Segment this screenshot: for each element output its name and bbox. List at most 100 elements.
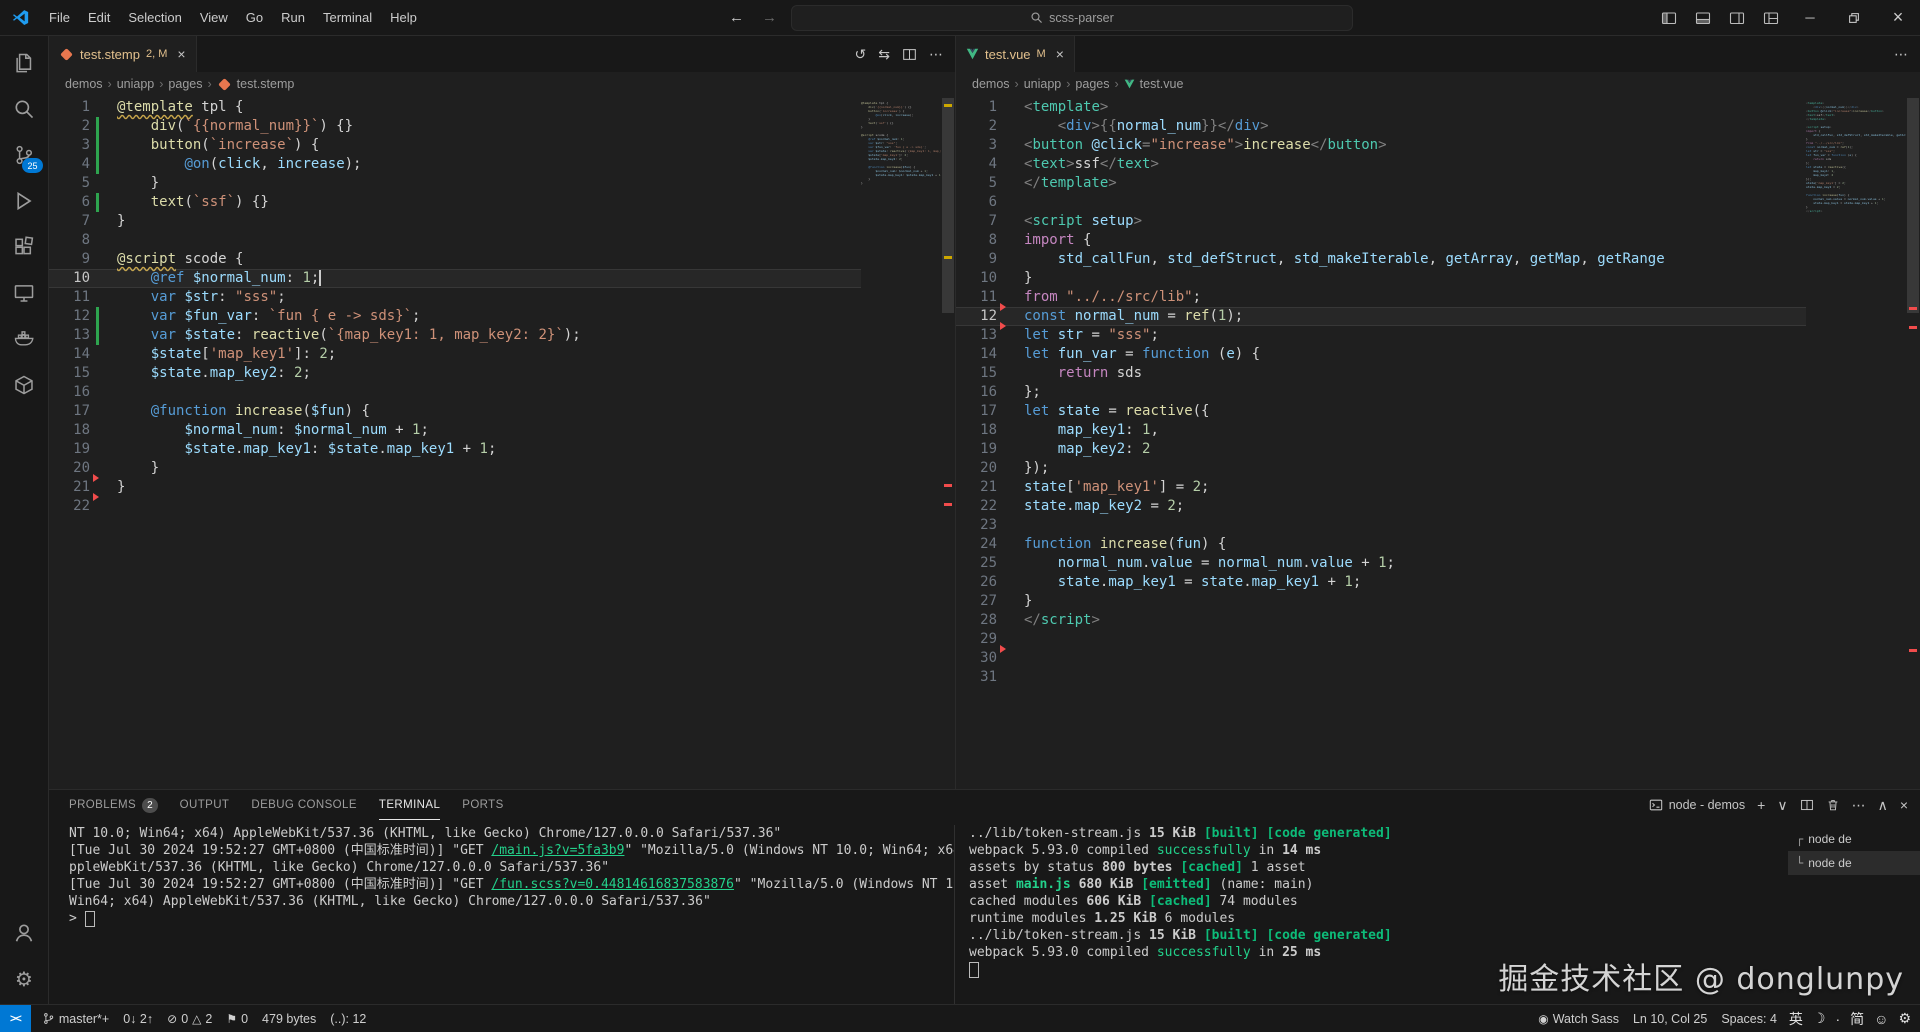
close-tab-icon[interactable]: × [177,46,185,62]
remote-indicator[interactable]: >< [0,1005,31,1032]
breadcrumb-item[interactable]: uniapp [1024,77,1062,91]
code-line[interactable]: 23 [956,516,1806,535]
tab-test-stemp[interactable]: test.stemp 2, M × [49,36,197,72]
flag-status[interactable]: ⚑ 0 [219,1005,255,1032]
terminal-left-lines[interactable]: NT 10.0; Win64; x64) AppleWebKit/537.36 … [49,825,954,1004]
extensions-icon[interactable] [0,224,48,270]
history-icon[interactable]: ↺ [855,46,867,63]
toggle-panel-icon[interactable] [1686,4,1720,32]
selection-status[interactable]: (..): 12 [323,1005,373,1032]
code-line[interactable]: 26 state.map_key1 = state.map_key1 + 1; [956,573,1806,592]
terminal-line[interactable] [969,961,1788,978]
code-line[interactable]: 16}; [956,383,1806,402]
code-line[interactable]: 5</template> [956,174,1806,193]
code-line[interactable]: 10} [956,269,1806,288]
compare-changes-icon[interactable]: ⇆ [878,46,890,63]
cursor-position[interactable]: Ln 10, Col 25 [1626,1012,1714,1026]
toggle-secondary-sidebar-icon[interactable] [1720,4,1754,32]
restore-button[interactable] [1832,0,1876,35]
code-line[interactable]: 28</script> [956,611,1806,630]
watch-sass-button[interactable]: ◉ Watch Sass [1531,1012,1626,1026]
code-line[interactable]: 10 @ref $normal_num: 1; [49,269,861,288]
terminal-line[interactable]: ../lib/token-stream.js 15 KiB [built] [c… [969,825,1788,842]
more-actions-icon[interactable]: ⋯ [929,46,943,63]
breadcrumb-item[interactable]: test.vue [1140,77,1184,91]
terminal-line[interactable]: NT 10.0; Win64; x64) AppleWebKit/537.36 … [69,825,954,842]
tab-debug-console[interactable]: DEBUG CONSOLE [251,790,357,820]
code-line[interactable]: 22 [49,497,861,516]
menu-selection[interactable]: Selection [119,6,190,30]
menu-file[interactable]: File [40,6,79,30]
code-line[interactable]: 12 var $fun_var: `fun { e -> sds}`; [49,307,861,326]
terminal-line[interactable]: runtime modules 1.25 KiB 6 modules [969,910,1788,927]
code-line[interactable]: 5 } [49,174,861,193]
ime-punctuation-icon[interactable]: · [1830,1011,1845,1027]
code-line[interactable]: 16 [49,383,861,402]
editor-right-lines[interactable]: 1<template>2 <div>{{normal_num}}</div>3<… [956,98,1806,789]
more-panel-actions-icon[interactable]: ⋯ [1852,797,1866,814]
breadcrumb-item[interactable]: pages [168,77,202,91]
docker-icon[interactable] [0,316,48,362]
minimap-left[interactable]: @template tpl { div(`{{normal_num}}`) {}… [861,98,941,789]
forward-button[interactable]: → [758,9,781,26]
maximize-panel-icon[interactable]: ∧ [1878,797,1888,814]
code-line[interactable]: 2 div(`{{normal_num}}`) {} [49,117,861,136]
code-line[interactable]: 13 var $state: reactive(`{map_key1: 1, m… [49,326,861,345]
terminal-line[interactable]: webpack 5.93.0 compiled successfully in … [969,944,1788,961]
code-line[interactable]: 3<button @click="increase">increase</but… [956,136,1806,155]
code-line[interactable]: 17 @function increase($fun) { [49,402,861,421]
terminal-line[interactable]: ppleWebKit/537.36 (KHTML, like Gecko) Ch… [69,859,954,876]
code-line[interactable]: 29 [956,630,1806,649]
terminal-line[interactable]: cached modules 606 KiB [cached] 74 modul… [969,893,1788,910]
more-actions-icon[interactable]: ⋯ [1894,46,1908,63]
code-line[interactable]: 19 $state.map_key1: $state.map_key1 + 1; [49,440,861,459]
ime-settings-icon[interactable]: ⚙ [1893,1010,1916,1027]
minimize-button[interactable]: ─ [1788,0,1832,35]
terminal-line[interactable]: asset main.js 680 KiB [emitted] (name: m… [969,876,1788,893]
split-editor-icon[interactable] [902,47,917,62]
code-line[interactable]: 1<template> [956,98,1806,117]
code-line[interactable]: 31 [956,668,1806,687]
code-line[interactable]: 18 $normal_num: $normal_num + 1; [49,421,861,440]
code-line[interactable]: 1@template tpl { [49,98,861,117]
code-line[interactable]: 13let str = "sss"; [956,326,1806,345]
code-line[interactable]: 11 var $str: "sss"; [49,288,861,307]
menu-help[interactable]: Help [381,6,426,30]
menu-edit[interactable]: Edit [79,6,119,30]
tab-problems[interactable]: PROBLEMS 2 [69,790,158,820]
close-button[interactable]: × [1876,0,1920,35]
vscode-logo-icon[interactable] [0,9,40,26]
code-line[interactable]: 6 text(`ssf`) {} [49,193,861,212]
terminal-line[interactable]: assets by status 800 bytes [cached] 1 as… [969,859,1788,876]
tab-output[interactable]: OUTPUT [180,790,230,820]
code-line[interactable]: 14let fun_var = function (e) { [956,345,1806,364]
terminal-line[interactable]: > [69,910,954,927]
package-icon[interactable] [0,362,48,408]
accounts-icon[interactable] [0,910,48,956]
run-debug-icon[interactable] [0,178,48,224]
tab-ports[interactable]: PORTS [462,790,503,820]
code-line[interactable]: 6 [956,193,1806,212]
ime-simplified-icon[interactable]: 简 [1845,1009,1869,1029]
terminal-line[interactable]: webpack 5.93.0 compiled successfully in … [969,842,1788,859]
terminal-picker[interactable]: node - demos [1649,798,1745,812]
code-line[interactable]: 3 button(`increase`) { [49,136,861,155]
code-line[interactable]: 7<script setup> [956,212,1806,231]
scrollbar-thumb[interactable] [942,98,954,313]
tab-terminal[interactable]: TERMINAL [379,790,440,820]
terminal-right-lines[interactable]: ../lib/token-stream.js 15 KiB [built] [c… [954,825,1788,1004]
code-line[interactable]: 30 [956,649,1806,668]
terminal-line[interactable]: Win64; x64) AppleWebKit/537.36 (KHTML, l… [69,893,954,910]
code-line[interactable]: 9@script scode { [49,250,861,269]
tab-test-vue[interactable]: test.vue M × [956,36,1075,72]
code-line[interactable]: 21} [49,478,861,497]
code-line[interactable]: 12const normal_num = ref(1); [956,307,1806,326]
settings-gear-icon[interactable]: ⚙ [0,956,48,1002]
ime-language-icon[interactable]: 英 [1784,1009,1808,1029]
file-size-status[interactable]: 479 bytes [255,1005,323,1032]
source-control-icon[interactable]: 25 [0,132,48,178]
menu-terminal[interactable]: Terminal [314,6,381,30]
code-line[interactable]: 21state['map_key1'] = 2; [956,478,1806,497]
sync-status[interactable]: 0↓ 2↑ [116,1005,160,1032]
code-line[interactable]: 8 [49,231,861,250]
